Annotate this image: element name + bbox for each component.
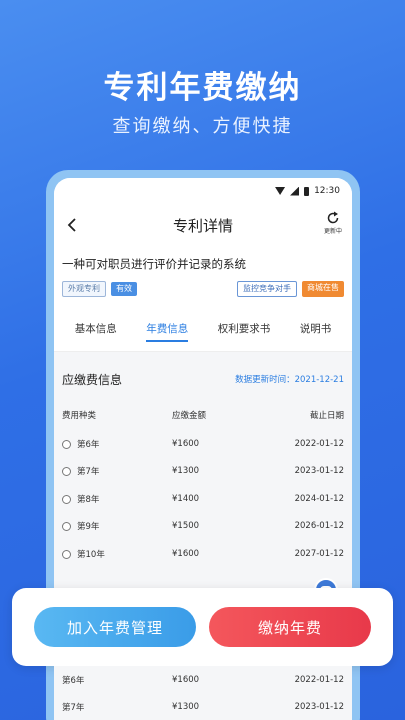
column-due-date: 截止日期 [309, 411, 344, 421]
status-bar: 12:30 [54, 178, 352, 204]
patent-type-tag: 外观专利 [62, 280, 106, 297]
due-date-cell: 2023-01-12 [294, 466, 344, 477]
due-date-cell: 2023-01-12 [294, 702, 344, 713]
amount-cell: ¥1300 [172, 702, 200, 713]
wifi-icon [275, 187, 286, 195]
due-date-cell: 2024-01-12 [294, 493, 344, 504]
tab-annual-fee[interactable]: 年费信息 [146, 317, 189, 342]
page-title: 专利详情 [172, 216, 233, 235]
patent-status-tag: 有效 [111, 281, 137, 296]
table-row[interactable]: 第8年 ¥1400 2024-01-12 [62, 485, 344, 513]
due-date-cell: 2022-01-12 [294, 438, 344, 449]
refresh-label: 更新中 [323, 228, 342, 235]
row-radio[interactable] [62, 439, 71, 449]
mall-sale-button[interactable]: 商城在售 [302, 280, 344, 297]
patent-card: 一种可对职员进行评价并记录的系统 外观专利 有效 监控竞争对手 商城在售 [54, 246, 352, 306]
row-radio[interactable] [62, 522, 71, 532]
monitor-competitor-button[interactable]: 监控竞争对手 [237, 280, 297, 297]
table-row[interactable]: 第6年 ¥1600 2022-01-12 [62, 430, 344, 458]
column-fee-type: 费用种类 [62, 411, 97, 421]
add-fee-management-button[interactable]: 加入年费管理 [34, 607, 196, 647]
promo-headline: 专利年费缴纳 [103, 70, 302, 106]
amount-cell: ¥1500 [172, 521, 200, 532]
back-icon[interactable] [62, 212, 84, 238]
amount-cell: ¥1600 [172, 674, 200, 685]
table-row[interactable]: 第10年 ¥1600 2027-01-12 [62, 540, 344, 568]
fee-type-cell: 第9年 [62, 520, 172, 532]
due-date-cell: 2022-01-12 [294, 674, 344, 685]
fee-type-cell: 第7年 [62, 703, 85, 714]
nav-bar: 专利详情 更新中 [54, 204, 352, 246]
patent-tags: 外观专利 有效 监控竞争对手 商城在售 [62, 280, 344, 297]
fee-section-title: 应缴费信息 [62, 372, 123, 387]
fee-type-cell: 第7年 [62, 465, 172, 477]
fee-type-cell: 第6年 [62, 438, 172, 450]
amount-cell: ¥1400 [172, 493, 200, 504]
fee-header: 应缴费信息 数据更新时间：2021-12-21 [62, 352, 344, 400]
fee-table-header: 费用种类 应缴金额 截止日期 [62, 400, 344, 430]
signal-icon [290, 186, 300, 196]
table-row[interactable]: 第6年 ¥1600 2022-01-12 [62, 666, 344, 694]
amount-cell: ¥1600 [172, 438, 200, 449]
fee-type-cell: 第10年 [62, 548, 172, 560]
row-radio[interactable] [62, 549, 71, 559]
row-radio[interactable] [62, 467, 71, 477]
tab-description[interactable]: 说明书 [300, 317, 332, 340]
refresh-button[interactable]: 更新中 [324, 211, 342, 235]
due-date-cell: 2026-01-12 [294, 521, 344, 532]
fee-table-continued: 第6年 ¥1600 2022-01-12 第7年 ¥1300 2023-01-1… [54, 666, 352, 720]
data-updated-time: 数据更新时间：2021-12-21 [235, 375, 344, 385]
table-row[interactable]: 第7年 ¥1300 2023-01-12 [62, 458, 344, 486]
amount-cell: ¥1300 [172, 466, 200, 477]
action-panel: 加入年费管理 缴纳年费 [12, 588, 393, 666]
fee-type-cell: 第8年 [62, 493, 172, 505]
tab-basic-info[interactable]: 基本信息 [75, 317, 117, 340]
due-date-cell: 2027-01-12 [294, 548, 344, 559]
fee-type-cell: 第6年 [62, 675, 85, 686]
pay-annual-fee-button[interactable]: 缴纳年费 [209, 607, 371, 647]
table-row[interactable]: 第9年 ¥1500 2026-01-12 [62, 513, 344, 541]
column-amount: 应缴金额 [172, 411, 207, 421]
patent-title: 一种可对职员进行评价并记录的系统 [62, 257, 246, 271]
fee-section: 应缴费信息 数据更新时间：2021-12-21 费用种类 应缴金额 截止日期 第… [54, 352, 352, 568]
refresh-icon [327, 211, 339, 224]
amount-cell: ¥1600 [172, 548, 200, 559]
table-row[interactable]: 第7年 ¥1300 2023-01-12 [62, 694, 344, 720]
promo-subhead: 查询缴纳、方便快捷 [112, 116, 293, 137]
detail-tabs: 基本信息 年费信息 权利要求书 说明书 [54, 306, 352, 352]
battery-icon [304, 186, 310, 196]
status-time: 12:30 [314, 186, 340, 196]
tab-claims[interactable]: 权利要求书 [218, 317, 271, 340]
row-radio[interactable] [62, 494, 71, 504]
